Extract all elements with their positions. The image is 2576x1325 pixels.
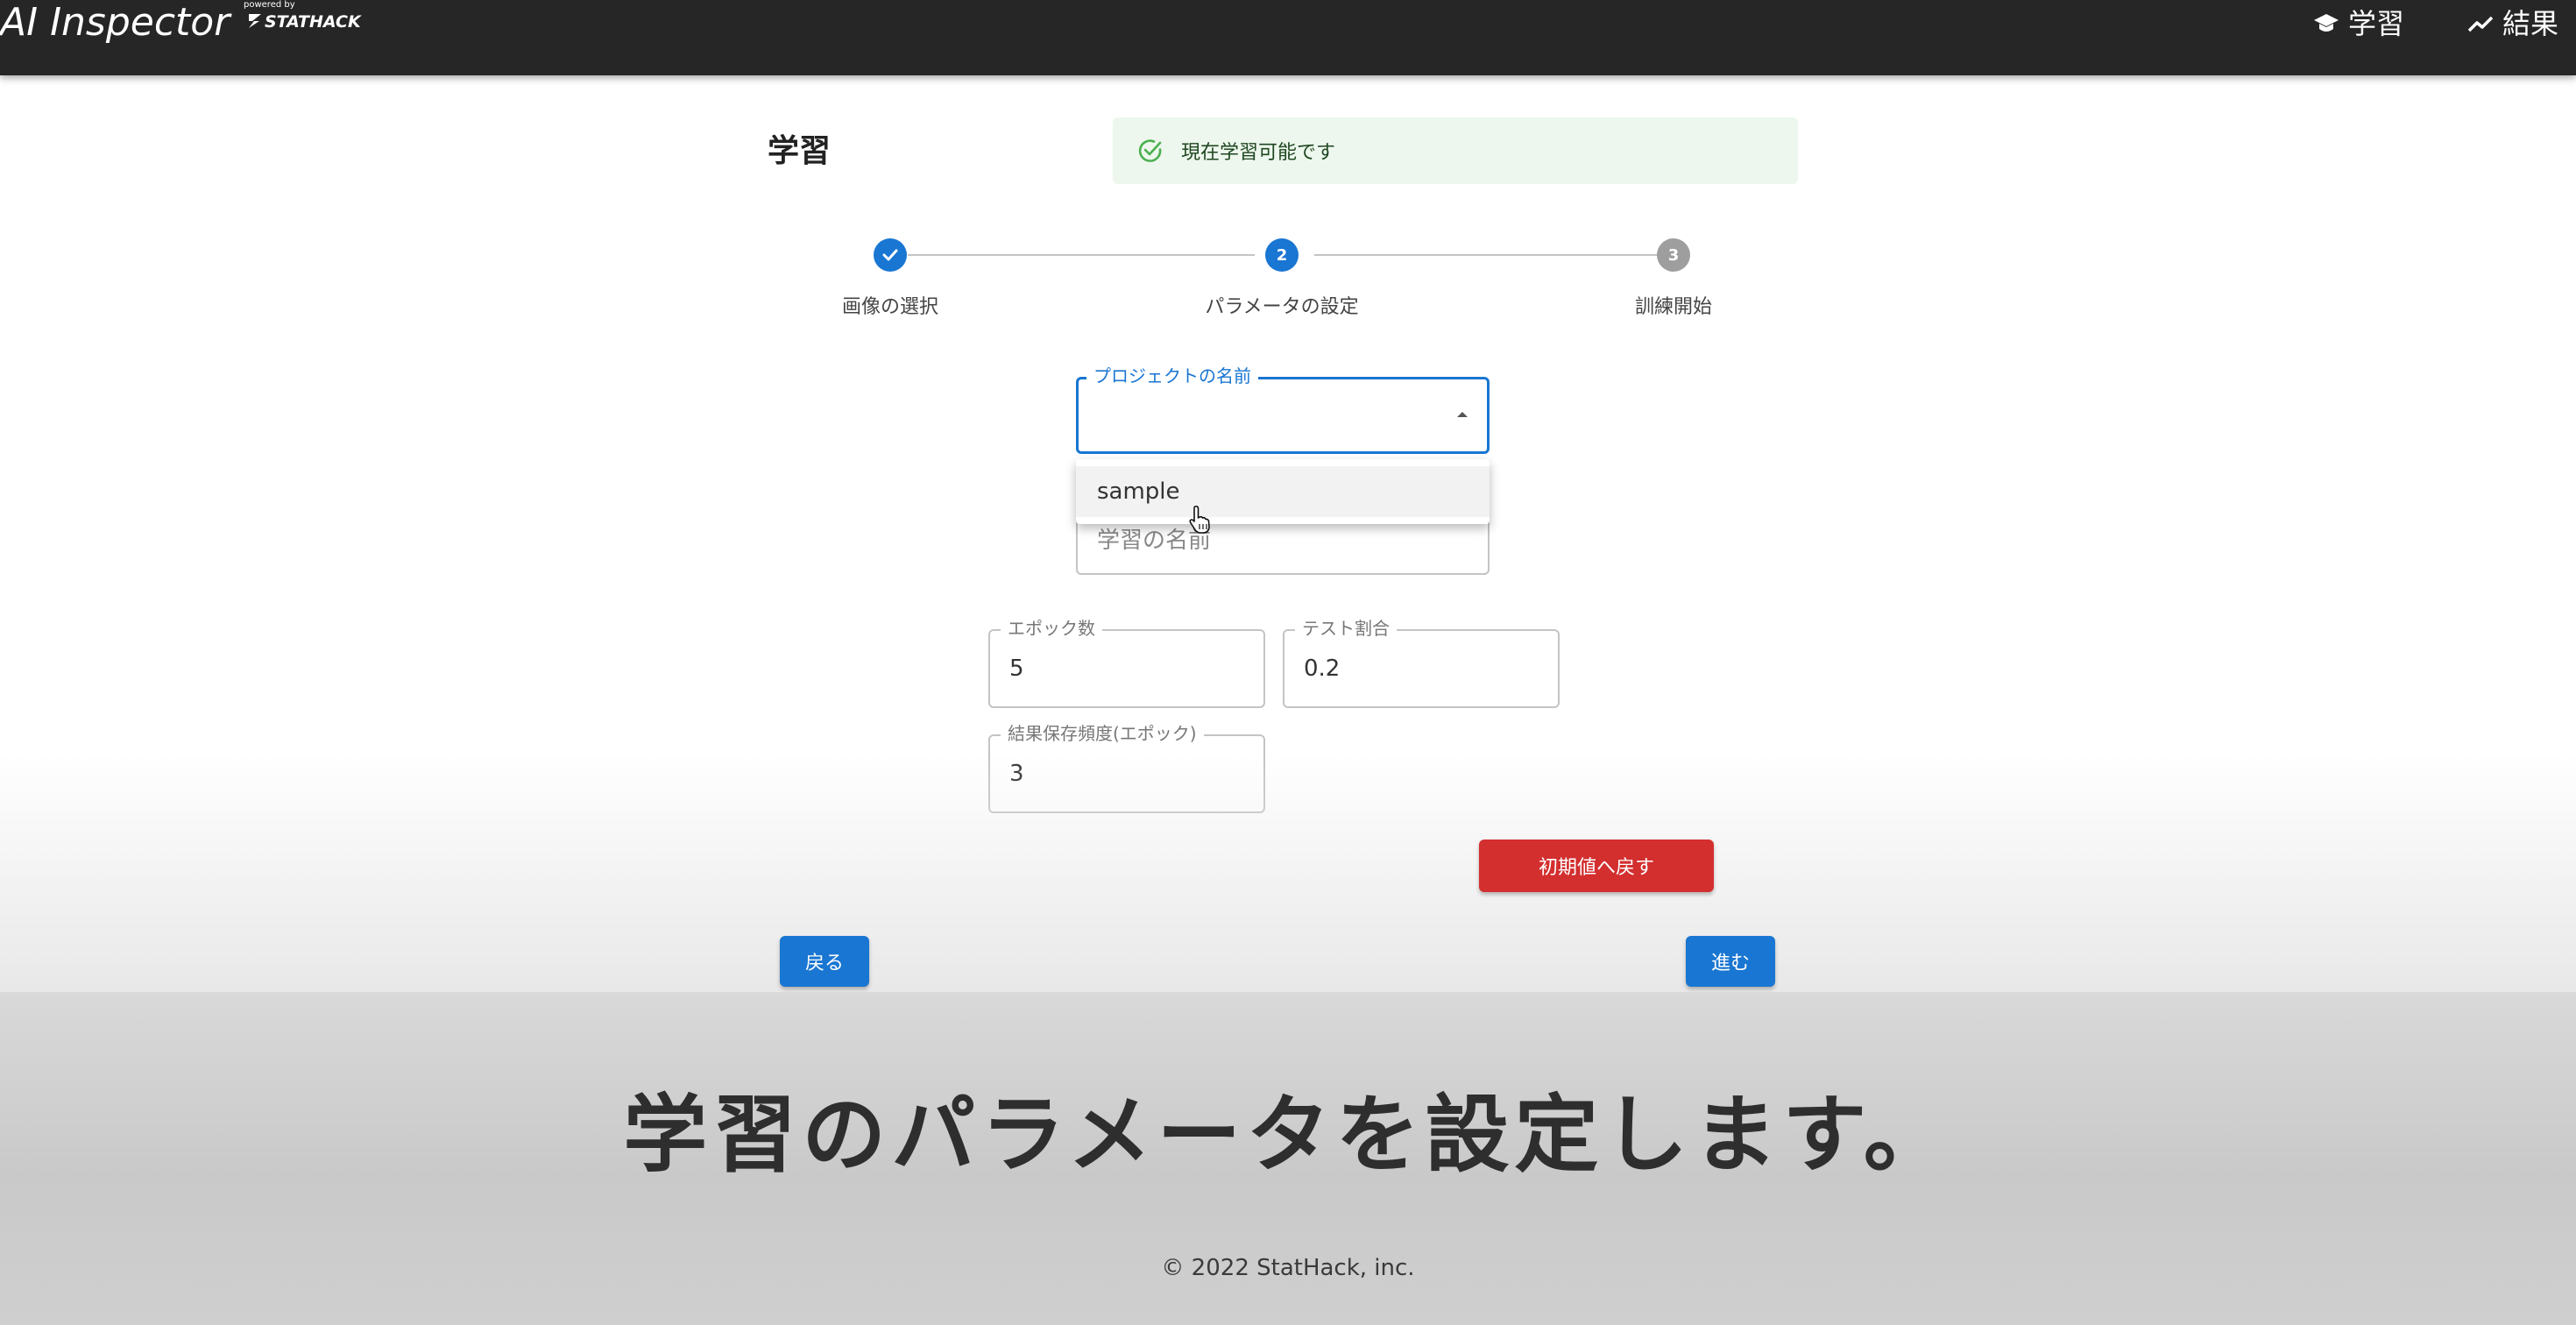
next-button[interactable]: 進む	[1686, 936, 1775, 987]
epochs-input[interactable]: 5	[988, 629, 1265, 708]
project-name-dropdown: sample	[1076, 459, 1490, 534]
dropdown-option[interactable]: sample	[1076, 466, 1490, 517]
company-logo-text: STATHACK	[265, 12, 361, 32]
nav-learning-label: 学習	[2348, 7, 2405, 40]
test-ratio-label: テスト割合	[1295, 619, 1397, 638]
back-button[interactable]: 戻る	[780, 936, 869, 987]
hand-cursor-icon	[1189, 505, 1210, 534]
nav-learning[interactable]: 学習	[2313, 5, 2404, 42]
epochs-label: エポック数	[1001, 619, 1102, 638]
status-alert: 現在学習可能です	[1113, 117, 1798, 184]
test-ratio-input[interactable]: 0.2	[1283, 629, 1560, 708]
graduation-cap-icon	[2314, 14, 2339, 32]
project-name-select[interactable]	[1076, 377, 1490, 454]
test-ratio-value: 0.2	[1304, 655, 1341, 682]
check-circle-icon	[1138, 139, 1162, 162]
step-1-label: 画像の選択	[841, 296, 939, 318]
nav-results-label: 結果	[2502, 7, 2559, 40]
step-3-label: 訓練開始	[1634, 296, 1713, 318]
page-title: 学習	[768, 133, 832, 169]
stepper-connector	[908, 254, 1255, 256]
stepper-connector	[1314, 254, 1660, 256]
stathack-logo-icon	[249, 14, 261, 28]
nav-results[interactable]: 結果	[2467, 5, 2558, 42]
epochs-value: 5	[1009, 655, 1024, 682]
trending-up-icon	[2467, 16, 2494, 32]
save-frequency-label: 結果保存頻度(エポック)	[1001, 724, 1204, 743]
reset-defaults-button[interactable]: 初期値へ戻す	[1479, 840, 1714, 892]
app-logo[interactable]: AI Inspector	[0, 0, 230, 47]
caret-up-icon	[1457, 412, 1468, 417]
step-2-label: パラメータの設定	[1205, 296, 1359, 318]
powered-by-label: powered by	[244, 0, 295, 10]
status-alert-text: 現在学習可能です	[1181, 142, 1336, 164]
dropdown-option-label: sample	[1097, 478, 1180, 505]
app-header: AI Inspector powered by STATHACK 学習 結果	[0, 0, 2576, 75]
step-3-number: 3	[1657, 238, 1690, 272]
copyright-footer: © 2022 StatHack, inc.	[1161, 1255, 1415, 1281]
video-fade-overlay	[0, 754, 2576, 992]
project-name-label: プロジェクトの名前	[1086, 366, 1258, 386]
step-2-number: 2	[1265, 238, 1299, 272]
video-caption: 学習のパラメータを設定します。	[623, 1086, 1953, 1184]
step-1-check-icon	[874, 238, 907, 272]
